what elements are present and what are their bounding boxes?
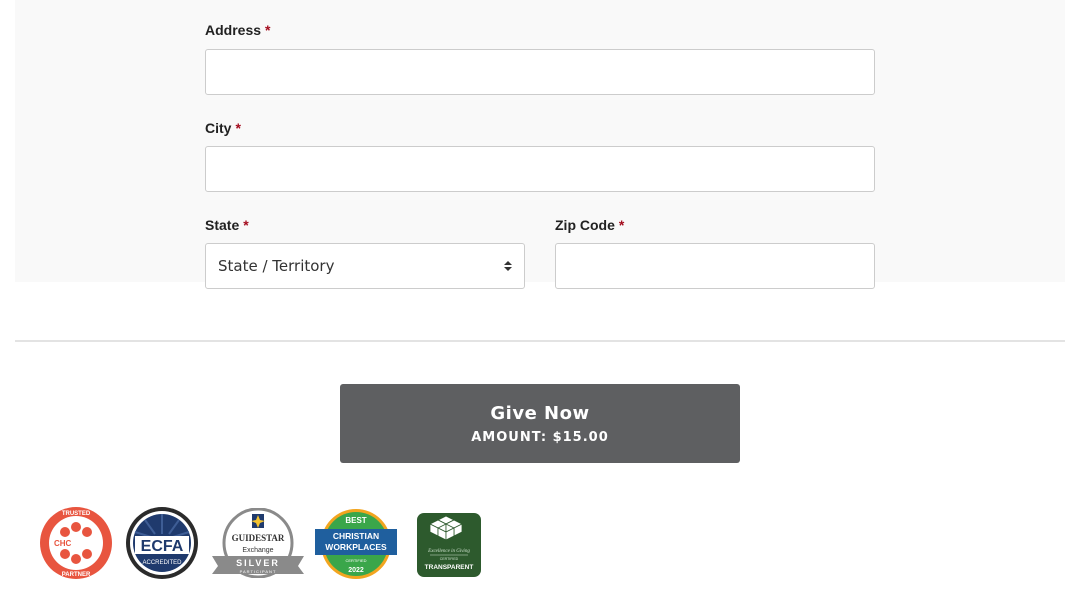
donation-amount-label: AMOUNT: $15.00 — [471, 430, 609, 445]
best-christian-workplaces-badge: BEST CHRISTIAN WORKPLACES CERTIFIED 2022 — [315, 509, 397, 579]
accreditation-badges: CHC TRUSTED PARTNER ECFA ACCREDITED GUID… — [38, 505, 488, 585]
eig-badge-title: Excellence in Giving — [427, 549, 470, 554]
ecfa-badge-title: ECFA — [141, 538, 184, 555]
state-label: State * — [205, 216, 249, 234]
state-select[interactable]: State / Territory — [205, 243, 525, 289]
guidestar-badge-subtitle: Exchange — [242, 547, 273, 554]
chc-badge-bottom-text: PARTNER — [62, 572, 91, 578]
bcw-badge-certified: CERTIFIED — [345, 558, 366, 563]
guidestar-badge-participant: PARTICIPANT — [240, 569, 277, 574]
ecfa-accredited-badge: ECFA ACCREDITED — [126, 507, 198, 579]
bcw-badge-line-1: CHRISTIAN — [333, 531, 379, 541]
address-label: Address * — [205, 21, 270, 39]
bcw-badge-line-2: WORKPLACES — [325, 542, 387, 552]
zip-code-label: Zip Code * — [555, 216, 624, 234]
donation-form-page: Address * City * State * State / Territory … — [0, 0, 1084, 594]
zip-code-input[interactable] — [555, 243, 875, 289]
city-input[interactable] — [205, 146, 875, 192]
eig-badge-level: TRANSPARENT — [425, 564, 474, 571]
ecfa-badge-subtitle: ACCREDITED — [142, 560, 182, 566]
chc-badge-top-text: TRUSTED — [62, 511, 91, 517]
chc-badge-middle-text: CHC — [54, 539, 72, 548]
eig-badge-certified: CERTIFIED — [440, 557, 459, 561]
address-input[interactable] — [205, 49, 875, 95]
required-asterisk: * — [618, 217, 625, 233]
zip-code-label-text: Zip Code — [555, 217, 615, 233]
guidestar-badge-level: SILVER — [236, 558, 280, 568]
required-asterisk: * — [265, 22, 271, 38]
required-asterisk: * — [243, 217, 249, 233]
address-label-text: Address — [205, 22, 262, 38]
city-label: City * — [205, 119, 241, 137]
chc-trusted-partner-badge: CHC TRUSTED PARTNER — [40, 507, 112, 579]
state-label-text: State — [205, 217, 240, 233]
required-asterisk: * — [235, 120, 241, 136]
bcw-badge-year: 2022 — [348, 567, 364, 574]
state-select-value: State / Territory — [218, 257, 335, 275]
section-divider — [15, 340, 1065, 342]
city-label-text: City — [205, 120, 232, 136]
give-now-button[interactable]: Give Now AMOUNT: $15.00 — [340, 384, 740, 463]
guidestar-silver-badge: GUIDESTAR Exchange SILVER PARTICIPANT — [212, 508, 304, 578]
bcw-badge-top-text: BEST — [345, 516, 366, 525]
give-now-label: Give Now — [490, 403, 590, 424]
guidestar-badge-title: GUIDESTAR — [232, 533, 285, 543]
excellence-in-giving-badge: Excellence in Giving CERTIFIED TRANSPARE… — [417, 513, 481, 577]
address-form-panel — [15, 0, 1065, 282]
select-arrows-icon — [504, 261, 512, 271]
